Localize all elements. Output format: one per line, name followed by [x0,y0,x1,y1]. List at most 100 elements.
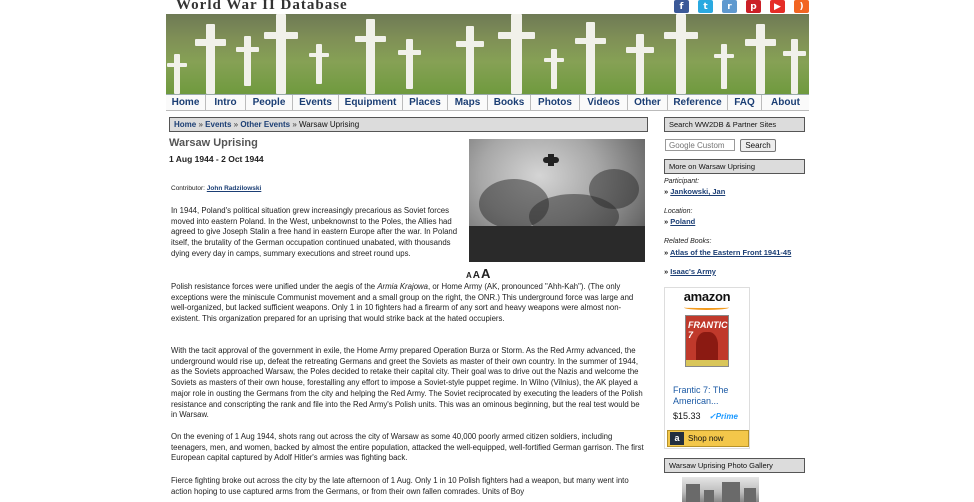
grave-cross [791,39,798,94]
article-paragraph: In 1944, Poland's political situation gr… [171,206,458,258]
grave-cross [586,22,595,94]
grave-cross [276,14,286,94]
building-silhouette [744,488,756,502]
grave-cross [466,26,474,94]
twitter-icon[interactable]: t [698,0,713,13]
grave-cross [406,39,413,89]
smoke-cloud [589,169,639,209]
book-cover[interactable]: FRANTIC 7 [685,315,729,367]
building-silhouette [704,490,714,502]
main-nav: Home Intro People Events Equipment Places Maps… [166,94,809,111]
grave-cross-arm [235,47,260,52]
article-paragraph: Fierce fighting broke out across the cit… [171,476,629,496]
font-size-large-button[interactable]: A [481,266,490,281]
contributor-label: Contributor: [171,185,205,192]
shop-now-label: Shop now [688,434,724,443]
search-input[interactable] [665,139,735,151]
breadcrumb-separator: » [198,120,203,129]
grave-cross [636,34,644,94]
grave-cross [676,14,686,94]
amazon-a-icon: a [670,432,684,445]
nav-books[interactable]: Books [488,95,531,110]
grave-cross-arm [264,31,298,39]
photo-gallery-header: Warsaw Uprising Photo Gallery [664,458,805,473]
grave-cross-arm [497,31,536,40]
page-title: Warsaw Uprising [169,137,258,149]
related-book-link[interactable]: Isaac's Army [670,267,716,276]
grave-cross [756,24,765,94]
nav-reference[interactable]: Reference [668,95,728,110]
nav-videos[interactable]: Videos [580,95,628,110]
breadcrumb-current: Warsaw Uprising [299,120,360,129]
facebook-icon[interactable]: f [674,0,689,13]
related-book-link[interactable]: Atlas of the Eastern Front 1941-45 [670,248,791,257]
nav-faq[interactable]: FAQ [728,95,762,110]
grave-cross [206,24,215,94]
grave-cross [174,54,180,94]
article-paragraph: On the evening of 1 Aug 1944, shots rang… [171,432,644,463]
amazon-ad[interactable]: amazon FRANTIC 7 Frantic 7: The American… [664,287,750,449]
nav-intro[interactable]: Intro [206,95,246,110]
breadcrumb-home[interactable]: Home [174,120,196,129]
paragraph-emphasis: Armia Krajowa [377,282,429,291]
location-label: Location: [664,208,693,215]
aircraft [543,154,559,166]
font-size-medium-button[interactable]: A [473,270,480,281]
book-cover-band [686,360,728,366]
search-button[interactable]: Search [740,139,776,152]
related-books-label: Related Books: [664,238,712,245]
breadcrumb-other-events[interactable]: Other Events [240,120,290,129]
nav-home[interactable]: Home [166,95,206,110]
nav-people[interactable]: People [246,95,293,110]
contributor-line: Contributor: John Radzilowski [171,185,261,192]
reddit-icon[interactable]: r [722,0,737,13]
grave-cross [244,36,251,86]
grave-cross-arm [166,62,188,67]
font-size-small-button[interactable]: A [466,271,472,280]
site-title[interactable]: World War II Database [176,0,348,14]
ad-product-title[interactable]: Frantic 7: The American... [673,385,749,407]
nav-photos[interactable]: Photos [531,95,580,110]
grave-cross-arm [664,31,698,39]
ad-price: $15.33 [673,411,701,421]
grave-cross [316,44,322,84]
nav-about[interactable]: About [762,95,809,110]
grave-cross [511,14,522,94]
grave-cross-arm [543,57,565,62]
shop-now-button[interactable]: a Shop now [667,430,749,447]
event-date-range: 1 Aug 1944 - 2 Oct 1944 [169,154,264,164]
breadcrumb-events[interactable]: Events [205,120,231,129]
nav-equipment[interactable]: Equipment [339,95,403,110]
location-link[interactable]: Poland [670,217,695,226]
grave-cross-arm [575,37,606,45]
location-item: » Poland [664,217,806,227]
amazon-smile-icon [684,305,729,310]
search-header: Search WW2DB & Partner Sites [664,117,805,132]
nav-places[interactable]: Places [403,95,448,110]
participant-item: » Jankowski, Jan [664,187,806,197]
article-paragraph: With the tacit approval of the governmen… [171,346,643,420]
rss-icon[interactable]: ) [794,0,809,13]
youtube-icon[interactable]: ▶ [770,0,785,13]
grave-cross-arm [308,52,330,57]
city-silhouette [469,226,645,262]
related-book-item: » Atlas of the Eastern Front 1941-45 [664,248,806,258]
related-book-item: » Isaac's Army [664,267,806,277]
breadcrumb: Home » Events » Other Events » Warsaw Up… [169,117,648,132]
grave-cross-arm [397,50,422,55]
social-icons: f t r p ▶) [674,0,809,13]
nav-maps[interactable]: Maps [448,95,488,110]
pinterest-icon[interactable]: p [746,0,761,13]
breadcrumb-separator: » [292,120,297,129]
prime-badge: ✓Prime [709,412,738,421]
more-on-header: More on Warsaw Uprising [664,159,805,174]
participant-link[interactable]: Jankowski, Jan [670,187,725,196]
nav-other[interactable]: Other [628,95,668,110]
contributor-link[interactable]: John Radzilowski [207,185,262,192]
article-photo[interactable] [469,139,645,262]
top-bar: World War II Database f t r p ▶) [166,0,809,14]
article-paragraph: Polish resistance forces were unified un… [171,282,645,325]
nav-events[interactable]: Events [293,95,339,110]
gallery-photo[interactable] [682,477,759,502]
bullet: » [664,267,669,276]
